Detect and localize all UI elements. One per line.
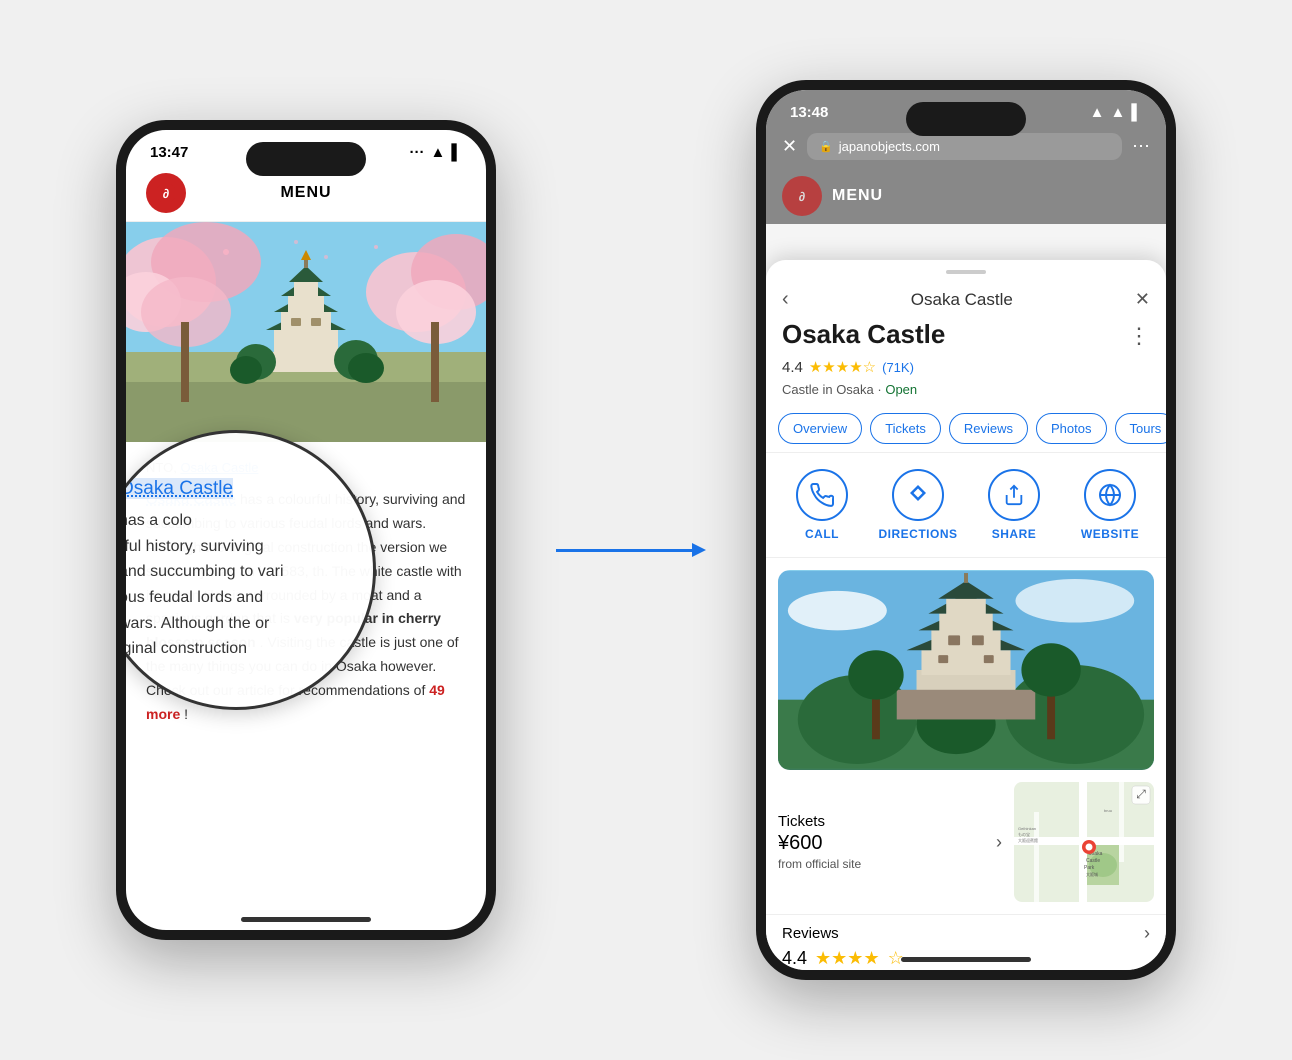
panel-nav: ‹ Osaka Castle ✕: [766, 284, 1166, 319]
time-right: 13:48: [790, 104, 828, 121]
status-icons-right: ▲ ▲ ▌: [1090, 104, 1142, 121]
reviews-chevron[interactable]: ›: [1144, 923, 1150, 944]
castle-image-left: [126, 222, 486, 442]
browser-more-icon[interactable]: ⋯: [1132, 136, 1150, 157]
action-row: CALL DIRECTIONS: [766, 453, 1166, 558]
tab-tours[interactable]: Tours: [1115, 413, 1167, 444]
svg-text:もの宝: もの宝: [1018, 831, 1030, 837]
open-status: Open: [885, 382, 917, 397]
svg-text:∂: ∂: [163, 186, 169, 201]
svg-text:⤢: ⤢: [1135, 787, 1146, 801]
url-text: japanobjects.com: [839, 139, 940, 154]
review-count[interactable]: (71K): [882, 360, 914, 375]
app-logo-left[interactable]: ∂: [146, 173, 186, 213]
home-indicator-left: [241, 917, 371, 922]
battery-icon: ▌: [451, 144, 462, 161]
tab-tickets[interactable]: Tickets: [870, 413, 941, 444]
menu-label-left[interactable]: MENU: [280, 184, 331, 202]
wifi-icon: ▲: [431, 144, 446, 161]
tickets-chevron[interactable]: ›: [996, 832, 1002, 853]
svg-text:大阪迎賓館: 大阪迎賓館: [1018, 837, 1038, 843]
place-type-text: Castle in Osaka: [782, 382, 874, 397]
magnify-title: Osaka Castle: [119, 478, 233, 499]
call-label: CALL: [805, 527, 839, 541]
tickets-section: Tickets ¥600 from official site ›: [778, 782, 1002, 902]
time-left: 13:47: [150, 144, 188, 161]
magnify-content: Osaka Castle has a colo rful history, su…: [116, 458, 373, 682]
more-icon[interactable]: ⋮: [1128, 319, 1150, 349]
left-phone: 13:47 ··· ▲ ▌ ∂ MENU: [116, 120, 496, 940]
magnify-text-2: rful history, surviving: [119, 538, 264, 555]
stars: ★★★★☆: [809, 358, 876, 376]
wifi-icon-right: ▲: [1111, 104, 1126, 121]
reviews-title: Reviews: [782, 925, 839, 942]
call-button[interactable]: CALL: [774, 469, 870, 541]
battery-icon-right: ▌: [1131, 104, 1142, 121]
magnify-text-4: ous feudal lords and: [119, 589, 263, 606]
browser-close-icon[interactable]: ✕: [782, 136, 797, 157]
tickets-from: from official site: [778, 857, 861, 871]
magnify-body: has a colo rful history, surviving and s…: [119, 508, 353, 662]
reviews-stars: ★★★★: [815, 948, 880, 969]
dots-icon: ···: [410, 144, 425, 161]
castle-photo: [778, 570, 1154, 770]
directions-icon-circle: [892, 469, 944, 521]
panel-handle: [946, 270, 986, 274]
tickets-map-row: Tickets ¥600 from official site ›: [766, 782, 1166, 914]
lock-icon: 🔒: [819, 140, 833, 153]
home-indicator-right: [901, 957, 1031, 962]
tab-photos[interactable]: Photos: [1036, 413, 1106, 444]
svg-text:bruu: bruu: [1104, 808, 1112, 813]
places-panel: ‹ Osaka Castle ✕ Osaka Castle ⋮ 4.4 ★★★★…: [766, 260, 1166, 970]
reviews-header: Reviews ›: [782, 923, 1150, 944]
map-preview[interactable]: Osaka Castle Park 大阪城 ⤢ Geihinkan もの宝: [1014, 782, 1154, 902]
dynamic-island-left: [246, 142, 366, 176]
article-exclaim: !: [184, 706, 188, 722]
place-name: Osaka Castle: [782, 319, 945, 350]
signal-icon: ▲: [1090, 104, 1105, 121]
browser-url-bar[interactable]: 🔒 japanobjects.com: [807, 133, 1122, 160]
share-icon-circle: [988, 469, 1040, 521]
call-icon-circle: [796, 469, 848, 521]
tab-reviews[interactable]: Reviews: [949, 413, 1028, 444]
website-label: WEBSITE: [1081, 527, 1139, 541]
directions-label: DIRECTIONS: [878, 527, 957, 541]
menu-label-right[interactable]: MENU: [832, 187, 883, 205]
share-label: SHARE: [992, 527, 1037, 541]
tab-overview[interactable]: Overview: [778, 413, 862, 444]
close-button[interactable]: ✕: [1135, 289, 1150, 310]
rating-number: 4.4: [782, 359, 803, 376]
dynamic-island-right: [906, 102, 1026, 136]
status-icons-left: ··· ▲ ▌: [410, 144, 463, 161]
directions-button[interactable]: DIRECTIONS: [870, 469, 966, 541]
rating-row: 4.4 ★★★★☆ (71K): [766, 354, 1166, 380]
magnify-text-3: and succumbing to vari: [119, 563, 284, 580]
arrow-connector: [556, 549, 696, 552]
tickets-price: ¥600: [778, 832, 861, 855]
app-logo-right[interactable]: ∂: [782, 176, 822, 216]
back-button[interactable]: ‹: [782, 288, 789, 311]
tickets-title: Tickets: [778, 813, 861, 830]
svg-text:大阪城: 大阪城: [1086, 871, 1098, 877]
reviews-rating-num: 4.4: [782, 948, 807, 969]
place-type: Castle in Osaka · Open: [766, 380, 1166, 405]
magnify-text-1: has a colo: [119, 512, 192, 529]
svg-text:Geihinkan: Geihinkan: [1018, 826, 1036, 831]
svg-text:Park: Park: [1084, 865, 1095, 871]
website-icon-circle: [1084, 469, 1136, 521]
website-button[interactable]: WEBSITE: [1062, 469, 1158, 541]
tabs-row: Overview Tickets Reviews Photos Tours: [766, 405, 1166, 453]
blue-arrow: [556, 549, 696, 552]
place-name-row: Osaka Castle ⋮: [766, 319, 1166, 354]
magnify-text-6: iginal construction: [119, 640, 247, 657]
share-button[interactable]: SHARE: [966, 469, 1062, 541]
panel-title: Osaka Castle: [911, 290, 1013, 310]
app-header-right-bg: ∂ MENU: [766, 168, 1166, 224]
tickets-info: Tickets ¥600 from official site: [778, 813, 861, 871]
right-phone: 13:48 ▲ ▲ ▌ ✕ 🔒 japanobjects.com ⋯ ∂: [756, 80, 1176, 980]
svg-text:Castle: Castle: [1086, 858, 1100, 864]
magnify-text-5: wars. Although the or: [119, 615, 269, 632]
svg-text:∂: ∂: [799, 189, 805, 204]
